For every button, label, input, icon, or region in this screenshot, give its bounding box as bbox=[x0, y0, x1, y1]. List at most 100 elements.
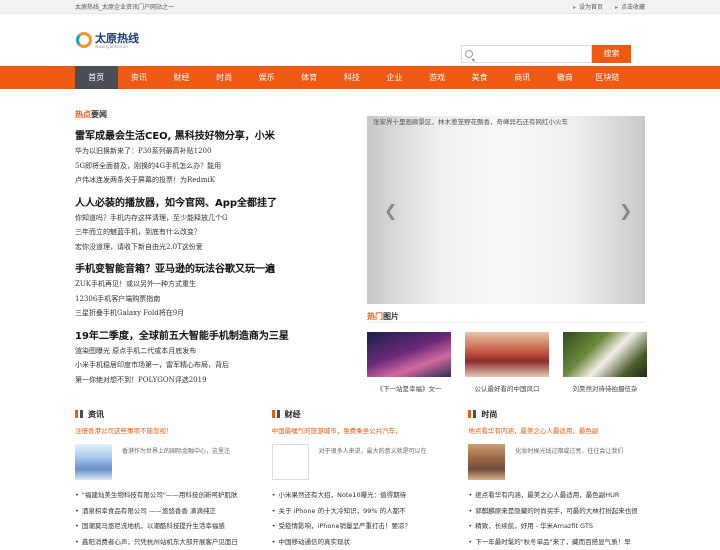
image-slider[interactable]: 张家界十里画廊景区，林木葱茏野花飘香，奇峰异石还有网红小火车 ❮ ❯ bbox=[367, 116, 645, 304]
list-item[interactable]: 郭麒麟原来是隐藏的时尚买手，可最的大林打扮起来也很 bbox=[468, 504, 645, 520]
headline-link[interactable]: 人人必装的播放器，如今官网、App全都挂了 bbox=[75, 196, 360, 211]
news-link[interactable]: 三星折叠手机Galaxy Fold将在9月 bbox=[75, 306, 360, 321]
category-column-news: 资讯 注册香港公司这些事项不能忽视！ 香港作为世界上的国际金融中心，这里注 "福… bbox=[75, 408, 252, 550]
list-item[interactable]: 鑫阳消费者心声，只凭杭州站机东大部开展客户见面日 bbox=[75, 535, 252, 550]
news-link[interactable]: 华为以旧换新来了：P30系列最高补贴1200 bbox=[75, 144, 360, 159]
section-title: 热点要闻 bbox=[75, 109, 360, 121]
headline-link[interactable]: 19年二季度，全球前五大智能手机制造商为三星 bbox=[75, 329, 360, 344]
search-icon bbox=[465, 50, 473, 58]
search-input[interactable] bbox=[476, 46, 590, 62]
feature-item[interactable]: 化妆时候光线过暗或过亮，往往会让我们 bbox=[468, 444, 645, 480]
feature-item[interactable]: 香港作为世界上的国际金融中心，这里注 bbox=[75, 444, 252, 480]
title-marker-icon bbox=[80, 410, 83, 418]
column-title[interactable]: 时尚 bbox=[468, 408, 645, 420]
nav-item-tech[interactable]: 科技 bbox=[331, 66, 374, 89]
nav-item-commerce[interactable]: 商讯 bbox=[501, 66, 544, 89]
main-nav: 首页 资讯 财经 时尚 娱乐 体育 科技 企业 游戏 美食 商讯 徽商 区块链 bbox=[0, 66, 720, 89]
list-item[interactable]: 精致，长续航，好用 - 华米Amazfit GTS bbox=[468, 519, 645, 535]
feature-item[interactable]: 对于很多人来说，最大的意义就是可以在 bbox=[272, 444, 449, 480]
nav-item-news[interactable]: 资讯 bbox=[118, 66, 161, 89]
picture-thumbnail[interactable] bbox=[465, 332, 549, 377]
search-button[interactable]: 搜索 bbox=[592, 45, 631, 63]
title-marker-icon bbox=[75, 410, 78, 418]
logo-url: www.tyonline.cn bbox=[95, 44, 128, 49]
list-item[interactable]: 下一年最时髦的"秋冬单品"来了，藏而百搭显气质！早 bbox=[468, 535, 645, 550]
bookmark-link[interactable]: ▸点击收藏 bbox=[615, 2, 645, 11]
news-link[interactable]: 宏你没道理，请收下新自由光2.0T这份爱 bbox=[75, 240, 360, 255]
feature-thumbnail[interactable] bbox=[468, 444, 505, 480]
star-icon: ▸ bbox=[615, 4, 618, 11]
nav-item-finance[interactable]: 财经 bbox=[160, 66, 203, 89]
home-icon: ▸ bbox=[573, 4, 576, 11]
nav-item-games[interactable]: 游戏 bbox=[416, 66, 459, 89]
nav-item-business[interactable]: 企业 bbox=[373, 66, 416, 89]
title-marker-icon bbox=[468, 410, 471, 418]
feature-text: 化妆时候光线过暗或过亮，往往会让我们 bbox=[515, 446, 623, 480]
news-link[interactable]: 5G即将全面普及，刚换的4G手机怎么办？能用 bbox=[75, 159, 360, 174]
header: 太原热线 www.tyonline.cn 搜索 bbox=[0, 14, 720, 66]
picture-thumbnail[interactable] bbox=[367, 332, 451, 377]
headline-link[interactable]: 手机变智能音箱？亚马逊的玩法谷歌又玩一遍 bbox=[75, 262, 360, 277]
picture-card[interactable]: 《下一站是幸福》文一 bbox=[367, 332, 451, 393]
set-home-link[interactable]: ▸设为首页 bbox=[573, 2, 603, 11]
nav-item-home[interactable]: 首页 bbox=[75, 66, 118, 89]
list-item[interactable]: 关于 iPhone 的十大冷知识，99% 的人都不 bbox=[272, 504, 449, 520]
hot-news-section: 热点要闻 雷军成最会生活CEO, 黑科技好物分享，小米 华为以旧换新来了：P30… bbox=[75, 109, 360, 387]
nav-item-blockchain[interactable]: 区块链 bbox=[586, 66, 629, 89]
lead-link[interactable]: 中国最嘱气的旅游城市，免费乘坐公共汽车， bbox=[272, 425, 449, 435]
column-title[interactable]: 财经 bbox=[272, 408, 449, 420]
nav-item-entertainment[interactable]: 娱乐 bbox=[245, 66, 288, 89]
top-bar: 太原热线_太原企业资讯门户网站之一 ▸设为首页 ▸点击收藏 bbox=[0, 0, 720, 14]
picture-thumbnail[interactable] bbox=[563, 332, 647, 377]
headline-link[interactable]: 雷军成最会生活CEO, 黑科技好物分享，小米 bbox=[75, 129, 360, 144]
site-logo[interactable]: 太原热线 www.tyonline.cn bbox=[76, 30, 146, 58]
picture-card[interactable]: 公认最好看的中国风口 bbox=[465, 332, 549, 393]
picture-card[interactable]: 刘昊然对待待拍摄伍杂 bbox=[563, 332, 647, 393]
feature-thumbnail[interactable] bbox=[75, 444, 112, 480]
picture-caption[interactable]: 刘昊然对待待拍摄伍杂 bbox=[563, 383, 647, 393]
title-marker-icon bbox=[272, 410, 275, 418]
picture-caption[interactable]: 《下一站是幸福》文一 bbox=[367, 383, 451, 393]
news-block: 人人必装的播放器，如今官网、App全都挂了 你知道吗？手机内存这样清理，至少能释… bbox=[75, 196, 360, 255]
feature-thumbnail[interactable] bbox=[272, 444, 309, 480]
list-item[interactable]: 受疫情影响，iPhone销量呈严重打击！要凉？ bbox=[272, 519, 449, 535]
nav-item-fashion[interactable]: 时尚 bbox=[203, 66, 246, 89]
news-link[interactable]: 渲染图曝光 原点手机二代或本月底发布 bbox=[75, 344, 360, 359]
feature-text: 对于很多人来说，最大的意义就是可以在 bbox=[319, 446, 427, 480]
category-column-finance: 财经 中国最嘱气的旅游城市，免费乘坐公共汽车， 对于很多人来说，最大的意义就是可… bbox=[272, 408, 449, 550]
picture-caption[interactable]: 公认最好看的中国风口 bbox=[465, 383, 549, 393]
slider-caption[interactable]: 张家界十里画廊景区，林木葱茏野花飘香，奇峰异石还有网红小火车 bbox=[373, 116, 568, 126]
list-item[interactable]: "福建灿美生物科技有限公司"——用科技创新呵护肌肤 bbox=[75, 488, 252, 504]
column-title[interactable]: 资讯 bbox=[75, 408, 252, 420]
title-marker-icon bbox=[277, 410, 280, 418]
news-link[interactable]: 三年而立的魅蓝手机，到底有什么改变？ bbox=[75, 225, 360, 240]
logo-mark-icon bbox=[76, 32, 92, 48]
news-block: 雷军成最会生活CEO, 黑科技好物分享，小米 华为以旧换新来了：P30系列最高补… bbox=[75, 129, 360, 188]
news-link[interactable]: 第一你绝对想不到！POLYGON评选2019 bbox=[75, 373, 360, 388]
site-tagline: 太原热线_太原企业资讯门户网站之一 bbox=[75, 2, 573, 11]
list-item[interactable]: 小米果然还有大招，Note10曝光：值得期待 bbox=[272, 488, 449, 504]
list-item[interactable]: 中国移动通信的真实现状 bbox=[272, 535, 449, 550]
search-box bbox=[461, 45, 592, 63]
chevron-left-icon[interactable]: ❮ bbox=[384, 204, 394, 218]
news-link[interactable]: 你知道吗？手机内存这样清理，至少能释放几个G bbox=[75, 211, 360, 226]
list-item[interactable]: 绝点看华有内涵，最美之心人最适用，最色副HUR bbox=[468, 488, 645, 504]
feature-text: 香港作为世界上的国际金融中心，这里注 bbox=[122, 446, 230, 480]
news-link[interactable]: ZUK手机再见！或以另外一种方式重生 bbox=[75, 277, 360, 292]
nav-item-food[interactable]: 美食 bbox=[458, 66, 501, 89]
news-link[interactable]: 小米手机稳居印度市场第一，雷军精心布局，背后 bbox=[75, 358, 360, 373]
section-title: 热门图片 bbox=[367, 311, 645, 323]
category-columns: 资讯 注册香港公司这些事项不能忽视！ 香港作为世界上的国际金融中心，这里注 "福… bbox=[75, 408, 645, 550]
news-link[interactable]: 卢伟冰连发两条关于屏幕的投票！为RedmiK bbox=[75, 173, 360, 188]
lead-link[interactable]: 地点看华有内涵，最美之心人最适用，最色副 bbox=[468, 425, 645, 435]
list-item[interactable]: 酒泉枳幸食品有限公司 ——悠悠香香 滴滴纯正 bbox=[75, 504, 252, 520]
list-item[interactable]: 国潮莫马悠尼洗地机，以潮酷科技提升生活幸福感 bbox=[75, 519, 252, 535]
chevron-right-icon[interactable]: ❯ bbox=[619, 204, 629, 218]
lead-link[interactable]: 注册香港公司这些事项不能忽视！ bbox=[75, 425, 252, 435]
nav-item-sports[interactable]: 体育 bbox=[288, 66, 331, 89]
news-block: 19年二季度，全球前五大智能手机制造商为三星 渲染图曝光 原点手机二代或本月底发… bbox=[75, 329, 360, 388]
nav-item-huishang[interactable]: 徽商 bbox=[544, 66, 587, 89]
hot-pictures-section: 热门图片 《下一站是幸福》文一 公认最好看的中国风口 刘昊然对待待拍摄伍杂 bbox=[367, 311, 645, 393]
news-link[interactable]: 12306手机客户端购票指南 bbox=[75, 292, 360, 307]
news-block: 手机变智能音箱？亚马逊的玩法谷歌又玩一遍 ZUK手机再见！或以另外一种方式重生 … bbox=[75, 262, 360, 321]
